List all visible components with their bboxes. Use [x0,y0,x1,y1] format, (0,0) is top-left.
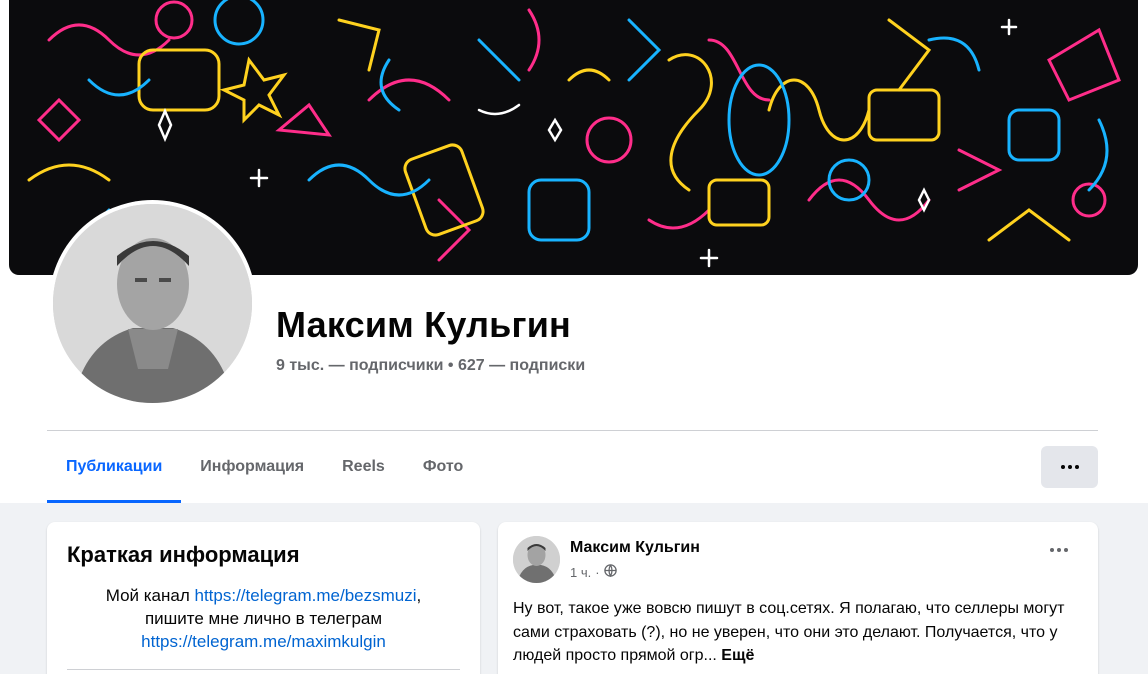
avatar-photo [53,204,252,403]
intro-divider [67,669,460,670]
post-time[interactable]: 1 ч. [570,565,591,580]
bio-prefix: Мой канал [105,586,195,605]
meta-dot: · [595,564,600,580]
tab-photos[interactable]: Фото [404,431,482,503]
more-dots-icon [1060,465,1079,469]
intro-bio: Мой канал https://telegram.me/bezsmuzi, … [67,584,460,653]
post-more-dots-icon [1050,548,1068,552]
profile-stats: 9 тыс. — подписчики • 627 — подписки [276,357,585,375]
following-link[interactable]: 627 — подписки [458,357,585,374]
globe-icon [603,564,617,580]
post-options-button[interactable] [1050,548,1068,552]
tab-posts[interactable]: Публикации [47,431,182,503]
tab-about[interactable]: Информация [181,431,323,503]
post-body: Ну вот, такое уже вовсю пишут в соц.сетя… [513,600,1065,664]
tab-reels[interactable]: Reels [323,431,404,503]
see-more-link[interactable]: Ещё [721,647,754,664]
stats-separator: • [447,357,454,374]
profile-header: Максим Кульгин 9 тыс. — подписчики • 627… [0,0,1148,503]
profile-avatar[interactable] [49,200,256,407]
post-meta: 1 ч. · [570,564,617,580]
post-author-avatar[interactable] [513,536,560,583]
profile-tabs: Публикации Информация Reels Фото [47,431,482,503]
post-text: Ну вот, такое уже вовсю пишут в соц.сетя… [513,597,1088,668]
channel-link[interactable]: https://telegram.me/bezsmuzi [195,586,417,605]
post-author-name[interactable]: Максим Кульгин [570,539,700,557]
profile-more-button[interactable] [1041,446,1098,488]
followers-link[interactable]: 9 тыс. — подписчики [276,357,443,374]
profile-name: Максим Кульгин [276,304,571,345]
intro-card: Краткая информация Мой канал https://tel… [47,522,480,674]
post-card: Максим Кульгин 1 ч. · Ну вот, такое уже … [498,522,1098,674]
personal-link[interactable]: https://telegram.me/maximkulgin [141,632,386,651]
intro-title: Краткая информация [67,542,300,567]
